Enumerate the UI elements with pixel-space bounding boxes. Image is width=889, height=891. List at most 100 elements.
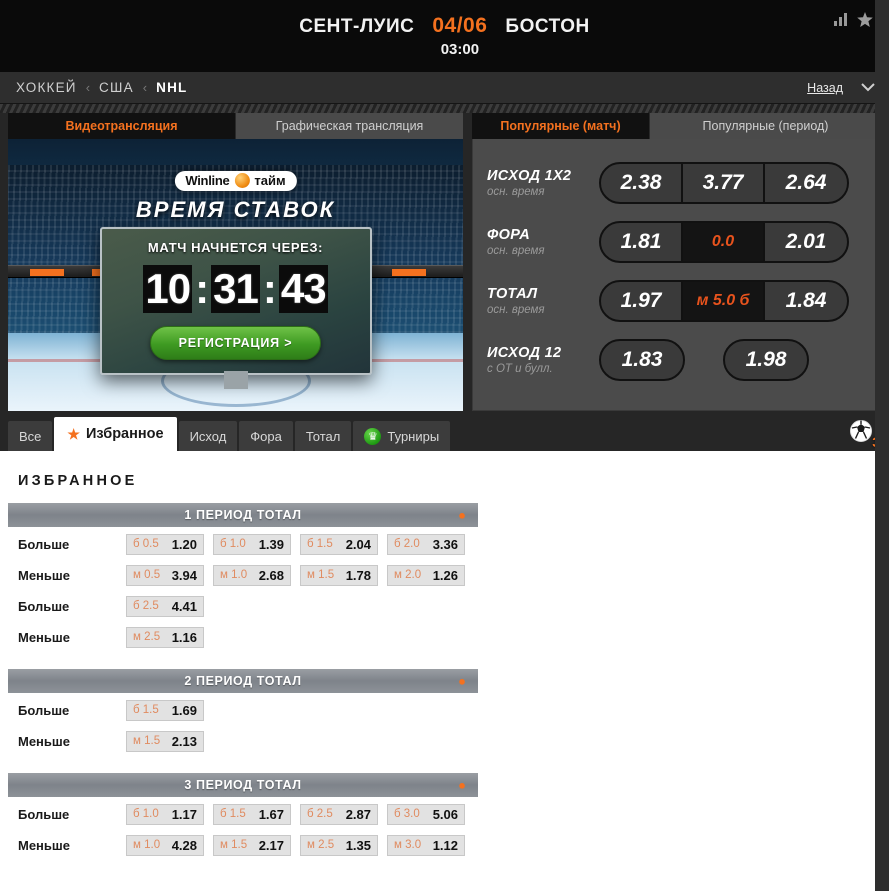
filter-tab-outcome[interactable]: Исход [178, 421, 238, 451]
filter-tab-tournaments[interactable]: ♛ Турниры [353, 421, 451, 451]
star-icon: ★ [67, 425, 80, 442]
odds-button-under[interactable]: 1.97 [601, 282, 683, 320]
bet-cell[interactable]: б 1.5 2.04 [300, 533, 378, 555]
filter-tab-total[interactable]: Тотал [294, 421, 352, 451]
bet-line: м 1.5 [220, 839, 248, 851]
bet-cell[interactable]: м 1.5 1.78 [300, 564, 378, 586]
bet-cell[interactable]: б 2.5 2.87 [300, 803, 378, 825]
bet-row-label: Меньше [18, 629, 70, 645]
countdown-timer: 10 : 31 : 43 [143, 265, 328, 313]
filter-tab-label: Избранное [85, 426, 164, 442]
bet-cell[interactable]: б 1.0 1.17 [126, 803, 204, 825]
tab-video-stream[interactable]: Видеотрансляция [8, 113, 236, 139]
tab-graphic-stream[interactable]: Графическая трансляция [236, 113, 463, 139]
odds-title: ИСХОД 12 [487, 345, 562, 361]
bet-cell[interactable]: м 0.5 3.94 [126, 564, 204, 586]
odds-button-over[interactable]: 1.84 [765, 282, 847, 320]
winline-logo-suffix: тайм [254, 173, 286, 188]
bet-row: Меньше м 0.5 3.94 м 1.0 2.68 м 1.5 1.78 [8, 561, 478, 589]
bet-cell[interactable]: м 1.5 2.13 [126, 730, 204, 752]
bet-cell[interactable]: м 1.0 4.28 [126, 834, 204, 856]
odds-button-x[interactable]: 3.77 [683, 164, 765, 202]
main-panels-row: Видеотрансляция Графическая трансляция W… [0, 113, 889, 417]
market-section: 1 ПЕРИОД ТОТАЛ ● Больше б 0.5 1.20 б 1.0… [8, 503, 478, 651]
bet-odd: 1.78 [345, 567, 371, 583]
bet-line: м 1.5 [133, 735, 161, 747]
bet-cell[interactable]: м 1.5 2.17 [213, 834, 291, 856]
bet-cell[interactable]: б 1.5 1.67 [213, 803, 291, 825]
breadcrumb-item-league[interactable]: NHL [156, 80, 187, 95]
odds-button-home[interactable]: 1.81 [601, 223, 683, 261]
market-section-title: 3 ПЕРИОД ТОТАЛ [184, 778, 302, 792]
bet-cell[interactable]: б 3.0 5.06 [387, 803, 465, 825]
star-filled-icon[interactable]: ● [458, 674, 466, 689]
bet-odd: 1.67 [258, 806, 284, 822]
bet-row-label: Больше [18, 598, 70, 614]
odds-button-away[interactable]: 2.01 [765, 223, 847, 261]
bet-cells: б 1.5 1.69 [126, 699, 204, 721]
bet-odd: 1.39 [258, 536, 284, 552]
video-player[interactable]: Winline тайм ВРЕМЯ СТАВОК МАТЧ НАЧНЕТСЯ … [8, 139, 463, 411]
winline-logo: Winline тайм [174, 171, 297, 191]
odds-subtitle: осн. время [487, 186, 545, 198]
market-section: 3 ПЕРИОД ТОТАЛ ● Больше б 1.0 1.17 б 1.5… [8, 773, 478, 859]
chevron-down-icon[interactable] [861, 81, 875, 95]
odds-button-2-ot[interactable]: 1.98 [725, 341, 807, 379]
bet-cell[interactable]: м 2.5 1.35 [300, 834, 378, 856]
bet-odd: 3.94 [171, 567, 197, 583]
bet-odd: 2.17 [258, 837, 284, 853]
board-stand [223, 371, 248, 389]
bet-cell[interactable]: м 2.5 1.16 [126, 626, 204, 648]
tab-popular-match[interactable]: Популярные (матч) [472, 113, 650, 139]
back-link[interactable]: Назад [807, 81, 843, 95]
filter-tab-all[interactable]: Все [8, 421, 53, 451]
filter-tab-favorites[interactable]: ★ Избранное [54, 417, 177, 451]
chevron-left-icon: ‹ [85, 80, 91, 95]
window-right-edge [875, 0, 889, 891]
filter-tab-label: Тотал [305, 428, 341, 444]
odds-pill-split: 1.83 1.98 [599, 339, 809, 381]
odds-subtitle: осн. время [487, 245, 545, 257]
filter-tab-handicap[interactable]: Фора [239, 421, 293, 451]
bet-row-label: Меньше [18, 567, 70, 583]
odds-button-1[interactable]: 2.38 [601, 164, 683, 202]
filter-tab-label: Фора [250, 428, 282, 444]
header-icon-group [834, 12, 873, 32]
breadcrumb-actions: Назад [807, 72, 875, 104]
bar-chart-icon[interactable] [834, 13, 848, 31]
bet-line: б 1.5 [307, 538, 333, 550]
match-header: СЕНТ-ЛУИС 04/06 03:00 БОСТОН [0, 0, 889, 72]
bet-odd: 1.17 [171, 806, 197, 822]
bet-cell[interactable]: м 3.0 1.12 [387, 834, 465, 856]
bet-cell[interactable]: б 2.0 3.36 [387, 533, 465, 555]
register-button[interactable]: РЕГИСТРАЦИЯ > [149, 326, 322, 360]
odds-pill-group: 2.38 3.77 2.64 [599, 162, 849, 204]
bet-cell[interactable]: м 1.0 2.68 [213, 564, 291, 586]
market-section-header[interactable]: 3 ПЕРИОД ТОТАЛ ● [8, 773, 478, 797]
star-filled-icon[interactable]: ● [458, 778, 466, 793]
breadcrumb-item-country[interactable]: США [99, 80, 134, 95]
star-filled-icon[interactable]: ● [458, 508, 466, 523]
match-datetime: 04/06 03:00 [432, 14, 487, 58]
bet-cell[interactable]: б 2.5 4.41 [126, 595, 204, 617]
bet-line: м 2.0 [394, 569, 422, 581]
bet-row: Меньше м 1.5 2.13 [8, 727, 478, 755]
odds-button-1-ot[interactable]: 1.83 [601, 341, 683, 379]
bet-cell[interactable]: б 1.0 1.39 [213, 533, 291, 555]
market-section-header[interactable]: 1 ПЕРИОД ТОТАЛ ● [8, 503, 478, 527]
market-section-header[interactable]: 2 ПЕРИОД ТОТАЛ ● [8, 669, 478, 693]
odds-button-2[interactable]: 2.64 [765, 164, 847, 202]
odds-label-1x2: ИСХОД 1X2 осн. время [487, 168, 599, 198]
tab-popular-period[interactable]: Популярные (период) [650, 113, 881, 139]
bet-cell[interactable]: м 2.0 1.26 [387, 564, 465, 586]
odds-label-total: ТОТАЛ осн. время [487, 286, 599, 316]
star-icon[interactable] [857, 12, 873, 32]
bet-line: м 1.0 [220, 569, 248, 581]
bet-cells: б 2.5 4.41 [126, 595, 204, 617]
bet-cell[interactable]: б 1.5 1.69 [126, 699, 204, 721]
bet-cell[interactable]: б 0.5 1.20 [126, 533, 204, 555]
stream-column: Видеотрансляция Графическая трансляция W… [8, 113, 463, 411]
breadcrumb-item-sport[interactable]: ХОККЕЙ [16, 80, 77, 95]
bet-cells: м 1.5 2.13 [126, 730, 204, 752]
odds-title: ФОРА [487, 227, 531, 243]
